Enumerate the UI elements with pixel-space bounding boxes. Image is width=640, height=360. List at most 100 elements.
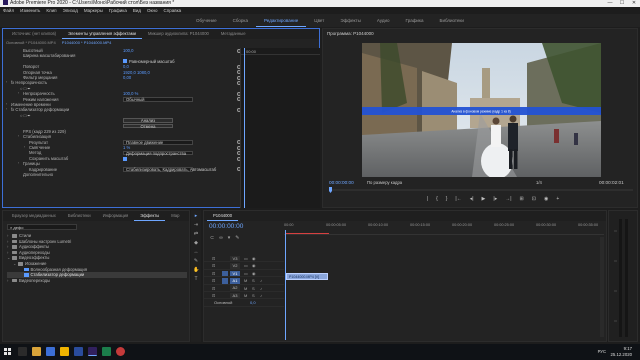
solo-icon[interactable]: S: [252, 285, 255, 292]
ec-source-clip[interactable]: P1044000 * P1044000.MP4: [62, 39, 112, 47]
mute-icon[interactable]: M: [244, 292, 247, 299]
lock-icon[interactable]: ⊡: [212, 262, 215, 269]
minimize-button[interactable]: —: [604, 0, 616, 7]
ec-tab[interactable]: Метаданные: [215, 29, 252, 39]
lock-icon[interactable]: ⊡: [212, 270, 215, 277]
timeline-playhead[interactable]: [285, 230, 286, 340]
search-taskbar-icon[interactable]: [18, 347, 27, 356]
program-fit-dropdown[interactable]: По размеру кадра: [367, 180, 402, 185]
add-marker-icon[interactable]: ▾: [228, 235, 231, 241]
effects-panel-tab[interactable]: Информация: [97, 211, 135, 221]
workspace-tab[interactable]: Графика: [398, 14, 432, 27]
workspace-tab[interactable]: Сборка: [225, 14, 256, 27]
lock-icon[interactable]: ⊡: [212, 277, 215, 284]
effects-panel-tab[interactable]: Мар: [165, 211, 185, 221]
timeline-tab-sequence[interactable]: P1044000: [207, 211, 239, 221]
close-button[interactable]: ✕: [628, 0, 640, 7]
eye-icon[interactable]: ◉: [252, 270, 256, 277]
transport-button[interactable]: ◉: [544, 196, 548, 206]
track-name[interactable]: V3: [230, 255, 240, 262]
transport-button[interactable]: →|: [505, 196, 511, 206]
linked-selection-icon[interactable]: ∞: [219, 235, 223, 241]
workspace-tab[interactable]: Редактирование: [255, 14, 307, 27]
sync-lock-icon[interactable]: ▭: [244, 255, 248, 262]
microphone-icon[interactable]: ♪: [260, 292, 262, 299]
sync-lock-icon[interactable]: ▭: [244, 262, 248, 269]
menu-item[interactable]: Эпизод: [63, 7, 78, 14]
menu-item[interactable]: Окно: [147, 7, 157, 14]
app-taskbar-icon[interactable]: [74, 347, 83, 356]
transport-button[interactable]: {: [436, 196, 438, 206]
effects-panel-tab[interactable]: Эффекты: [134, 211, 166, 221]
sync-lock-icon[interactable]: ▭: [244, 270, 248, 277]
language-indicator[interactable]: РУС: [598, 349, 606, 354]
workspace-tab[interactable]: Обучение: [188, 14, 225, 27]
source-patch[interactable]: [222, 278, 228, 284]
menu-item[interactable]: Изменить: [20, 7, 40, 14]
eye-icon[interactable]: ◉: [252, 262, 256, 269]
maximize-button[interactable]: ☐: [616, 0, 628, 7]
microphone-icon[interactable]: ♪: [260, 277, 262, 284]
menu-item[interactable]: Графика: [109, 7, 127, 14]
type-tool-icon[interactable]: T: [193, 276, 199, 282]
menu-item[interactable]: Вид: [133, 7, 141, 14]
effects-panel-tab[interactable]: Браузер медиаданных: [6, 211, 62, 221]
program-timecode-current[interactable]: 00:00:00:00: [329, 180, 354, 185]
transport-button[interactable]: ▶: [482, 196, 486, 206]
ec-analyze-button[interactable]: Анализ: [123, 118, 173, 124]
selection-tool-icon[interactable]: ▸: [193, 213, 199, 219]
lock-icon[interactable]: ⊡: [212, 255, 215, 262]
ec-analyze-button[interactable]: Отмена: [123, 123, 173, 129]
ec-property-dropdown[interactable]: Деформация подпространства: [123, 150, 193, 156]
recorder-taskbar-icon[interactable]: [116, 347, 125, 356]
store-taskbar-icon[interactable]: [46, 347, 55, 356]
timeline-clip-video[interactable]: P1044000.MP4 [V]: [286, 273, 328, 280]
eye-icon[interactable]: ◉: [252, 255, 256, 262]
pen-tool-icon[interactable]: ✎: [193, 258, 199, 264]
slip-tool-icon[interactable]: ↔: [193, 249, 199, 255]
checkbox[interactable]: [123, 59, 127, 64]
menu-item[interactable]: Маркеры: [84, 7, 103, 14]
track-name[interactable]: A2: [230, 285, 240, 292]
track-name[interactable]: V1: [230, 270, 240, 277]
master-track-value[interactable]: 0,0: [250, 299, 256, 306]
transport-button[interactable]: +: [556, 196, 559, 206]
effects-tree-item[interactable]: › Видеопереходы: [7, 278, 187, 284]
checkbox[interactable]: [123, 156, 127, 161]
menu-item[interactable]: Клип: [46, 7, 56, 14]
lock-icon[interactable]: ⊡: [212, 285, 215, 292]
program-quality-dropdown[interactable]: 1/4: [536, 180, 542, 185]
hand-tool-icon[interactable]: ✋: [193, 267, 199, 273]
folder-taskbar-icon[interactable]: [60, 347, 69, 356]
track-name[interactable]: V2: [230, 263, 240, 269]
system-clock[interactable]: 9:17 25.12.2020: [610, 346, 632, 357]
ec-tab[interactable]: Источник: (нет клипов): [6, 29, 62, 39]
transport-button[interactable]: |: [427, 196, 428, 206]
ec-mini-timeline[interactable]: 00:00: [240, 48, 320, 208]
ec-property-dropdown[interactable]: Стабилизировать, Кадрировать, Автомасшта…: [123, 166, 216, 172]
workspace-tab[interactable]: Аудио: [369, 14, 398, 27]
program-video-frame[interactable]: Анализ в фоновом режиме (кадр 1 из 8): [362, 43, 601, 177]
workspace-tab[interactable]: Цвет: [306, 14, 332, 27]
ec-tab[interactable]: Микшер аудиоклипа: P1044000: [142, 29, 215, 39]
solo-icon[interactable]: S: [252, 292, 255, 299]
windows-start-icon[interactable]: [4, 348, 11, 355]
transport-button[interactable]: |▸: [493, 196, 497, 206]
effects-panel-tab[interactable]: Библиотеки: [62, 211, 97, 221]
effects-search-input[interactable]: ⌕ дефо: [7, 224, 77, 230]
track-name[interactable]: A3: [230, 292, 240, 299]
snap-icon[interactable]: ⊂: [210, 235, 214, 241]
timeline-timecode[interactable]: 00:00:00:00: [209, 223, 243, 230]
track-name[interactable]: A1: [230, 278, 240, 284]
transport-button[interactable]: ◂|: [470, 196, 474, 206]
mute-icon[interactable]: M: [244, 285, 247, 292]
menu-item[interactable]: Файл: [3, 7, 14, 14]
media-taskbar-icon[interactable]: [102, 347, 111, 356]
ec-playhead[interactable]: [244, 48, 245, 208]
ec-property-dropdown[interactable]: Обычный: [123, 96, 193, 102]
transport-button[interactable]: }: [446, 196, 448, 206]
program-scrub-bar[interactable]: [329, 187, 633, 193]
wrench-icon[interactable]: ✎: [235, 235, 239, 241]
workspace-tab[interactable]: Библиотеки: [432, 14, 472, 27]
explorer-taskbar-icon[interactable]: [32, 347, 41, 356]
